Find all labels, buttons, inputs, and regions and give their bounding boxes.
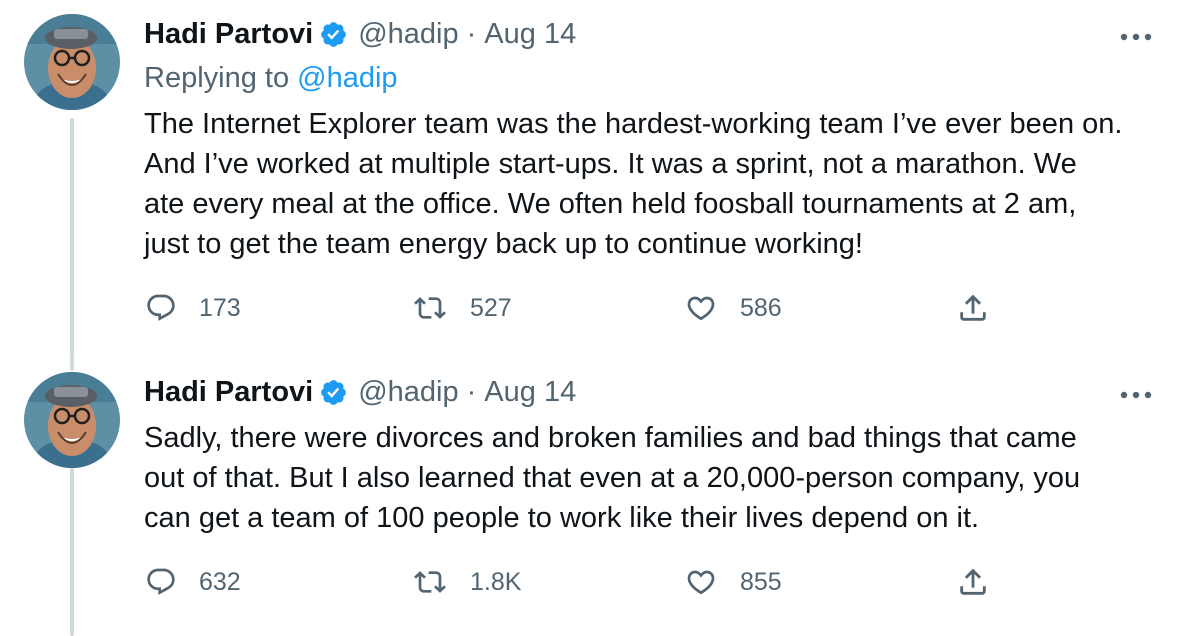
tweet-text-line: The Internet Explorer team was the harde… bbox=[144, 108, 1123, 140]
thread-connector-line bbox=[70, 468, 74, 636]
tweet-text-line: ate every meal at the office. We often h… bbox=[144, 188, 1077, 220]
more-horizontal-icon[interactable] bbox=[1118, 29, 1154, 41]
retweet-count: 527 bbox=[470, 294, 512, 322]
like-heart-icon bbox=[684, 566, 718, 598]
author-name[interactable]: Hadi Partovi bbox=[144, 372, 313, 412]
reply-icon bbox=[145, 292, 177, 324]
tweet-text-line: Sadly, there were divorces and broken fa… bbox=[144, 422, 1077, 454]
like-button[interactable]: 855 bbox=[684, 562, 782, 602]
tweet-text-line: can get a team of 100 people to work lik… bbox=[144, 502, 980, 534]
retweet-icon bbox=[412, 292, 448, 324]
thread-connector-line bbox=[70, 360, 74, 371]
tweet[interactable]: Hadi Partovi @hadip · Aug 14 Sadly, ther… bbox=[0, 360, 1186, 636]
verified-badge-icon bbox=[319, 378, 348, 407]
header-separator: · bbox=[466, 18, 477, 50]
share-button[interactable] bbox=[956, 562, 990, 602]
tweet-thread: Hadi Partovi @hadip · Aug 14 Replying to… bbox=[0, 0, 1186, 636]
tweet-text-line: just to get the team energy back up to c… bbox=[144, 228, 863, 260]
reply-count: 632 bbox=[199, 568, 241, 596]
tweet-text: The Internet Explorer team was the harde… bbox=[144, 104, 1164, 264]
replying-to-label: Replying to bbox=[144, 62, 290, 94]
replying-to: Replying to @hadip bbox=[144, 58, 398, 98]
tweet-actions: 632 1.8K 855 bbox=[0, 562, 1186, 602]
verified-badge-icon bbox=[319, 20, 348, 49]
replying-to-mention[interactable]: @hadip bbox=[297, 62, 397, 94]
reply-button[interactable]: 173 bbox=[145, 288, 241, 328]
reply-icon bbox=[145, 566, 177, 598]
tweet-text: Sadly, there were divorces and broken fa… bbox=[144, 418, 1164, 538]
retweet-button[interactable]: 527 bbox=[412, 288, 512, 328]
avatar[interactable] bbox=[24, 14, 120, 110]
tweet-text-line: out of that. But I also learned that eve… bbox=[144, 462, 1081, 494]
like-heart-icon bbox=[684, 292, 718, 324]
tweet-text-line: And I’ve worked at multiple start-ups. I… bbox=[144, 148, 1077, 180]
like-count: 586 bbox=[740, 294, 782, 322]
share-button[interactable] bbox=[956, 288, 990, 328]
tweet-date[interactable]: Aug 14 bbox=[484, 372, 576, 412]
retweet-icon bbox=[412, 566, 448, 598]
author-name[interactable]: Hadi Partovi bbox=[144, 14, 313, 54]
retweet-button[interactable]: 1.8K bbox=[412, 562, 521, 602]
tweet-date[interactable]: Aug 14 bbox=[484, 14, 576, 54]
header-separator: · bbox=[466, 376, 477, 408]
tweet-header: Hadi Partovi @hadip · Aug 14 bbox=[144, 14, 576, 54]
share-icon bbox=[956, 565, 990, 599]
tweet-actions: 173 527 586 bbox=[0, 288, 1186, 328]
tweet-header: Hadi Partovi @hadip · Aug 14 bbox=[144, 372, 576, 412]
more-horizontal-icon[interactable] bbox=[1118, 387, 1154, 399]
tweet[interactable]: Hadi Partovi @hadip · Aug 14 Replying to… bbox=[0, 0, 1186, 360]
avatar[interactable] bbox=[24, 372, 120, 468]
reply-button[interactable]: 632 bbox=[145, 562, 241, 602]
like-button[interactable]: 586 bbox=[684, 288, 782, 328]
author-handle[interactable]: @hadip bbox=[358, 372, 458, 412]
like-count: 855 bbox=[740, 568, 782, 596]
share-icon bbox=[956, 291, 990, 325]
retweet-count: 1.8K bbox=[470, 568, 522, 596]
reply-count: 173 bbox=[199, 294, 241, 322]
author-handle[interactable]: @hadip bbox=[358, 14, 458, 54]
